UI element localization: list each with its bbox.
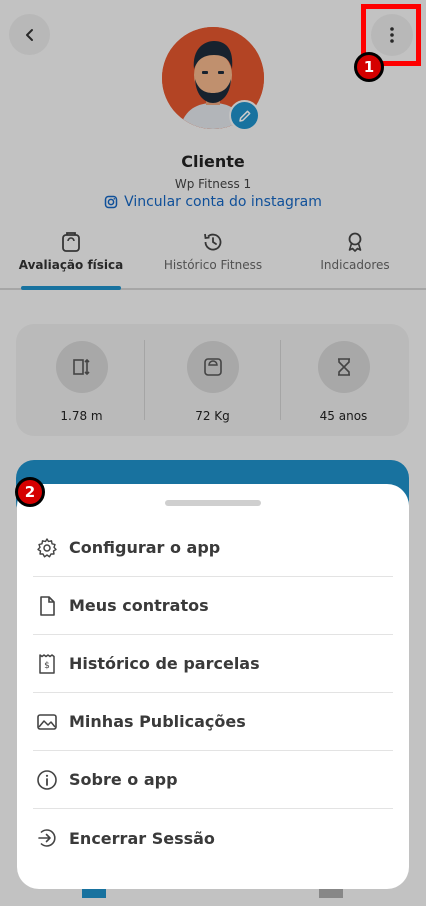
menu-item-label: Histórico de parcelas (69, 654, 260, 673)
menu-item-encerrar-sessao[interactable]: Encerrar Sessão (33, 809, 393, 867)
annotation-badge-2: 2 (15, 477, 45, 507)
menu-item-meus-contratos[interactable]: Meus contratos (33, 577, 393, 635)
receipt-icon: $ (35, 652, 59, 676)
menu-item-configurar-app[interactable]: Configurar o app (33, 519, 393, 577)
options-menu: Configurar o app Meus contratos $ Histór… (33, 519, 393, 867)
options-bottom-sheet: Configurar o app Meus contratos $ Histór… (17, 484, 409, 889)
menu-item-label: Encerrar Sessão (69, 828, 215, 848)
image-icon (35, 710, 59, 734)
menu-item-label: Meus contratos (69, 596, 209, 615)
annotation-badge-1: 1 (354, 52, 384, 82)
info-icon (35, 768, 59, 792)
menu-item-label: Configurar o app (69, 538, 221, 557)
document-icon (35, 594, 59, 618)
gear-icon (35, 536, 59, 560)
menu-item-historico-parcelas[interactable]: $ Histórico de parcelas (33, 635, 393, 693)
svg-text:$: $ (44, 661, 50, 671)
menu-item-label: Minhas Publicações (69, 712, 246, 731)
menu-item-label: Sobre o app (69, 770, 178, 789)
menu-item-sobre-app[interactable]: Sobre o app (33, 751, 393, 809)
menu-item-minhas-publicacoes[interactable]: Minhas Publicações (33, 693, 393, 751)
logout-icon (35, 826, 59, 850)
sheet-drag-handle[interactable] (165, 500, 261, 506)
